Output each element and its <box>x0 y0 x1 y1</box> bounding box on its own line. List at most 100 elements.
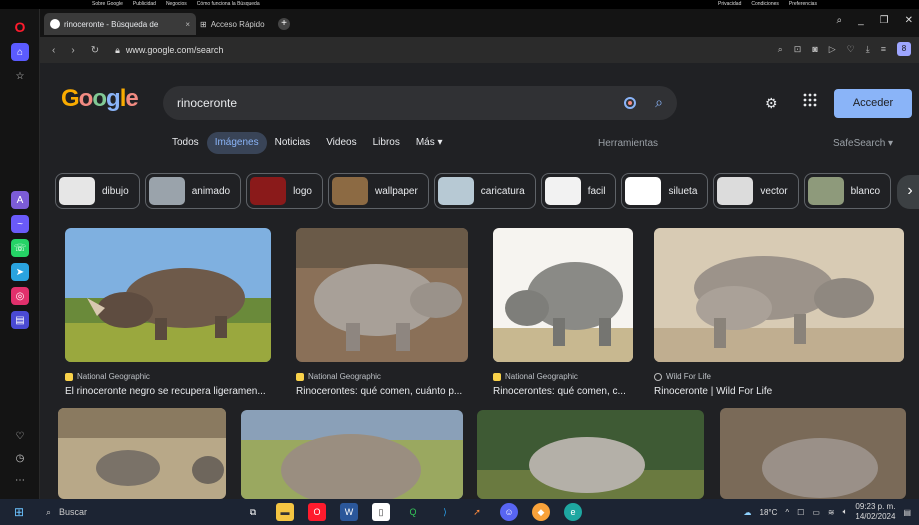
related-chip[interactable]: silueta <box>621 173 709 209</box>
related-chip[interactable]: caricatura <box>433 173 536 209</box>
result-title[interactable]: El rinoceronte negro se recupera ligeram… <box>65 386 271 397</box>
heart-icon[interactable]: ♡ <box>11 427 29 445</box>
related-chip[interactable]: facil <box>540 173 617 209</box>
image-result[interactable]: Wild For Life Rinoceronte | Wild For Lif… <box>654 228 904 397</box>
network-icon[interactable]: ☐ <box>797 508 804 517</box>
clock[interactable]: 09:23 p. m. 14/02/2024 <box>855 502 895 522</box>
result-image-black-rhino[interactable] <box>65 228 271 362</box>
opera-icon[interactable]: O <box>308 503 326 521</box>
tab-imagenes[interactable]: Imágenes <box>206 132 267 154</box>
tab-libros[interactable]: Libros <box>365 132 408 154</box>
word-icon[interactable]: W <box>340 503 358 521</box>
footer-link[interactable]: Sobre Google <box>92 1 123 7</box>
result-image-rhino-closeup[interactable] <box>241 410 463 499</box>
image-result[interactable]: National Geographic Rinocerontes: qué co… <box>493 228 633 397</box>
sign-in-button[interactable]: Acceder <box>834 89 912 118</box>
related-chip[interactable]: logo <box>246 173 323 209</box>
back-icon[interactable]: ‹ <box>52 45 55 56</box>
footer-link[interactable]: Privacidad <box>718 1 741 7</box>
document-icon[interactable]: ▯ <box>372 503 390 521</box>
brave-icon[interactable]: ◆ <box>532 503 550 521</box>
result-image-rhino-forest[interactable] <box>477 410 704 499</box>
volume-icon[interactable]: 🔈︎ <box>843 507 848 517</box>
result-image-white-rhino[interactable] <box>296 228 468 362</box>
tab-noticias[interactable]: Noticias <box>267 132 319 154</box>
download-icon[interactable]: ⤓ <box>866 44 870 55</box>
new-tab-button[interactable]: + <box>278 18 290 30</box>
footer-link[interactable]: Preferencias <box>789 1 817 7</box>
reload-icon[interactable]: ↻ <box>91 45 99 56</box>
result-title[interactable]: Rinocerontes: qué comen, c... <box>493 386 633 397</box>
footer-link[interactable]: Publicidad <box>133 1 156 7</box>
opera-logo-icon[interactable]: O <box>11 18 29 36</box>
tab-active[interactable]: rinoceronte - Búsqueda de × <box>44 13 196 35</box>
more-icon[interactable]: ⋯ <box>11 471 29 489</box>
related-chip[interactable]: animado <box>144 173 242 209</box>
tools-button[interactable]: Herramientas <box>598 138 658 149</box>
result-title[interactable]: Rinocerontes: qué comen, cuánto p... <box>296 386 468 397</box>
send-icon[interactable]: ▷ <box>829 44 836 55</box>
safesearch-button[interactable]: SafeSearch ▾ <box>833 138 893 149</box>
tab-mas[interactable]: Más ▾ <box>408 132 451 154</box>
weather-icon[interactable]: ☁ <box>744 508 752 517</box>
snapshot-icon[interactable]: ⊡ <box>794 44 802 55</box>
forward-icon[interactable]: › <box>71 45 74 56</box>
result-image-rhino-pair[interactable] <box>654 228 904 362</box>
tray-expand-icon[interactable]: ^ <box>785 508 789 517</box>
file-explorer-icon[interactable]: ▬ <box>276 503 294 521</box>
notifications-icon[interactable]: ▤ <box>903 508 911 517</box>
search-icon[interactable]: ⌕ <box>655 94 663 111</box>
edge-icon[interactable]: e <box>564 503 582 521</box>
battery-icon[interactable]: ▭ <box>812 508 820 517</box>
task-view-icon[interactable]: ⧉ <box>244 503 262 521</box>
player-icon[interactable]: ▤ <box>11 311 29 329</box>
account-badge[interactable]: 8 <box>897 42 911 56</box>
result-title[interactable]: Rinoceronte | Wild For Life <box>654 386 904 397</box>
bookmarks-icon[interactable]: ☆ <box>11 67 29 85</box>
related-chip[interactable]: blanco <box>803 173 892 209</box>
footer-link[interactable]: Condiciones <box>751 1 779 7</box>
tab-videos[interactable]: Videos <box>318 132 364 154</box>
weather-temp[interactable]: 18°C <box>760 508 778 517</box>
image-result[interactable]: National Geographic Rinocerontes: qué co… <box>296 228 468 397</box>
image-result[interactable]: National Geographic El rinoceronte negro… <box>65 228 271 397</box>
tab-speed-dial[interactable]: ⊞ Acceso Rápido <box>200 15 265 33</box>
result-image-indian-rhino[interactable] <box>58 408 226 499</box>
search-box[interactable]: rinoceronte ⌕ <box>163 86 677 120</box>
aria-icon[interactable]: A <box>11 191 29 209</box>
windows-start-icon[interactable]: ⊞ <box>14 505 24 519</box>
tab-close-icon[interactable]: × <box>185 20 190 29</box>
footer-link[interactable]: Cómo funciona la Búsqueda <box>197 1 260 7</box>
messenger-icon[interactable]: ~ <box>11 215 29 233</box>
vscode-icon[interactable]: ⟩ <box>436 503 454 521</box>
heart-icon[interactable]: ♡ <box>847 44 855 55</box>
chips-next-button[interactable]: › <box>897 175 919 209</box>
result-image-rhino-isolated[interactable] <box>493 228 633 362</box>
related-chip[interactable]: dibujo <box>55 173 140 209</box>
url-field[interactable]: 🔒︎ www.google.com/search <box>115 45 223 56</box>
related-chip[interactable]: vector <box>713 173 799 209</box>
telegram-icon[interactable]: ➤ <box>11 263 29 281</box>
taskbar-search[interactable]: ⌕ Buscar <box>38 503 228 521</box>
google-lens-icon[interactable] <box>623 96 637 110</box>
discord-icon[interactable]: ☺ <box>500 503 518 521</box>
home-icon[interactable]: ⌂ <box>11 43 29 61</box>
app-q-icon[interactable]: Q <box>404 503 422 521</box>
tab-todos[interactable]: Todos <box>164 132 207 154</box>
page-search-icon[interactable]: ⌕ <box>778 44 783 55</box>
wifi-icon[interactable]: ≋ <box>828 508 835 517</box>
tab-search-icon[interactable]: ⌕ <box>836 15 842 26</box>
app-arrow-icon[interactable]: ➚ <box>468 503 486 521</box>
camera-icon[interactable]: ◙ <box>812 44 817 54</box>
minimize-icon[interactable]: _ <box>858 15 864 26</box>
history-icon[interactable]: ◷ <box>11 449 29 467</box>
footer-link[interactable]: Negocios <box>166 1 187 7</box>
close-window-icon[interactable]: ✕ <box>905 15 913 26</box>
related-chip[interactable]: wallpaper <box>327 173 429 209</box>
restore-icon[interactable]: ❐ <box>880 15 889 26</box>
easy-setup-icon[interactable]: ≡ <box>881 44 886 54</box>
settings-gear-icon[interactable]: ⚙ <box>765 95 778 112</box>
result-image-rhino-rocks[interactable] <box>720 408 906 499</box>
google-doodle-logo[interactable]: Google <box>61 85 139 113</box>
instagram-icon[interactable]: ◎ <box>11 287 29 305</box>
